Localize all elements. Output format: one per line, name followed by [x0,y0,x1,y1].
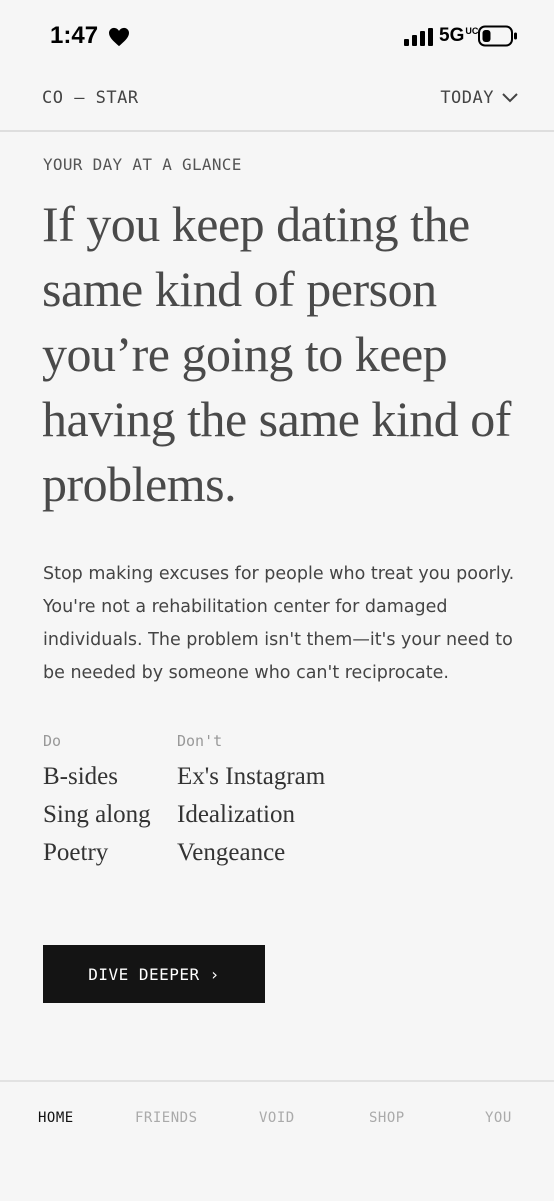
do-item: Poetry [43,839,109,866]
dont-label: Don't [177,732,223,750]
do-label: Do [43,732,62,750]
network-indicator: 5GUC [439,25,479,46]
do-item: B-sides [43,763,118,790]
app-header: CO — STAR TODAY [0,70,554,132]
tab-you[interactable]: YOU [485,1110,512,1126]
tab-shop[interactable]: SHOP [369,1110,405,1126]
tab-home[interactable]: HOME [38,1110,74,1126]
chevron-right-icon: › [209,964,220,984]
section-kicker: YOUR DAY AT A GLANCE [43,155,242,174]
daily-headline: If you keep dating the same kind of pers… [42,196,511,512]
tab-friends[interactable]: FRIENDS [135,1110,198,1126]
status-time: 1:47 [50,22,99,49]
chevron-down-icon [502,93,518,103]
dont-item: Ex's Instagram [177,763,326,790]
dont-item: Idealization [177,801,295,828]
date-selector[interactable]: TODAY [440,88,518,108]
dive-deeper-button[interactable]: DIVE DEEPER › [43,945,265,1003]
tab-void[interactable]: VOID [259,1110,295,1126]
dive-deeper-label: DIVE DEEPER [88,964,200,984]
do-item: Sing along [43,801,151,828]
dont-item: Vengeance [177,839,286,866]
status-bar: 1:47 5GUC [0,0,554,70]
signal-icon [404,28,433,46]
battery-icon [478,25,517,47]
date-selector-label: TODAY [440,88,494,108]
bottom-tab-bar: HOME FRIENDS VOID SHOP YOU [0,1080,554,1201]
do-list: Do B-sides Sing along Poetry [43,732,151,872]
daily-body-text: Stop making excuses for people who treat… [43,564,515,683]
brand-logo[interactable]: CO — STAR [42,88,139,108]
dont-list: Don't Ex's Instagram Idealization Vengea… [177,732,325,872]
heart-icon [109,27,129,47]
